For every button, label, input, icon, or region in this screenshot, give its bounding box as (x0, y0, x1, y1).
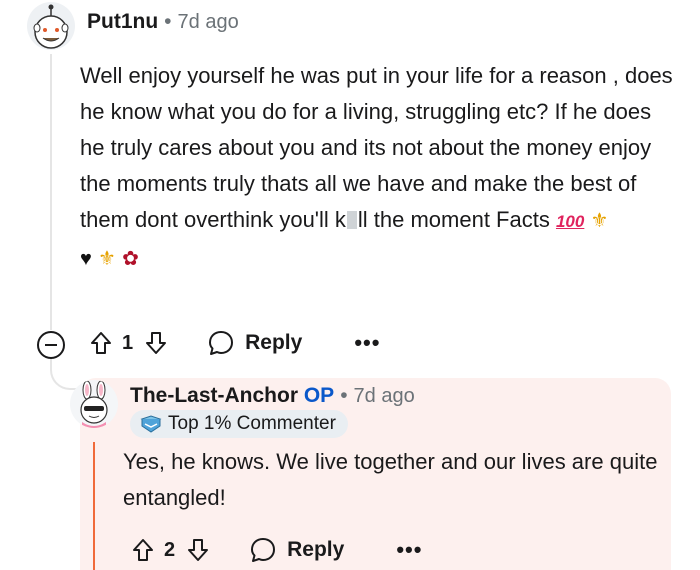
more-options-icon[interactable]: ••• (396, 537, 422, 563)
comment-actions: 2 Reply ••• (130, 535, 422, 565)
timestamp: 7d ago (353, 385, 415, 407)
collapse-minus-icon[interactable] (37, 331, 65, 359)
reply-label: Reply (287, 538, 345, 561)
upvote-arrow-icon[interactable] (88, 328, 114, 358)
meta-separator: • (340, 384, 348, 407)
thread-line[interactable] (50, 54, 52, 330)
upvote-arrow-icon[interactable] (130, 535, 156, 565)
reply-button[interactable]: Reply (207, 329, 302, 357)
comment-thread: Put1nu • 7d ago Well enjoy yourself he was… (0, 0, 700, 570)
black-heart-emoji: ♥ (80, 248, 92, 270)
censor-block (346, 211, 357, 229)
comment-author[interactable]: The-Last-Anchor OP • 7d ago (130, 384, 415, 408)
badge-label: Top 1% Commenter (168, 413, 336, 434)
username[interactable]: The-Last-Anchor (130, 384, 298, 407)
reply-label: Reply (245, 331, 303, 354)
comment-body: Well enjoy yourself he was put in your l… (80, 58, 680, 277)
meta-separator: • (164, 10, 172, 33)
speech-bubble-icon (251, 538, 276, 562)
comment-actions: 1 Reply ••• (88, 328, 380, 358)
wilted-rose-emoji: ✿ (122, 248, 139, 270)
vote-count: 2 (164, 538, 176, 561)
op-thread-line[interactable] (93, 442, 95, 570)
thread-connector (50, 358, 80, 390)
comment-author[interactable]: Put1nu • 7d ago (87, 10, 239, 34)
reply-button[interactable]: Reply (249, 536, 344, 564)
speech-bubble-icon (209, 331, 234, 355)
comment-body: Yes, he knows. We live together and our … (123, 449, 658, 510)
comment-text-tail: ll the moment Facts (357, 207, 556, 232)
more-options-icon[interactable]: ••• (354, 330, 380, 356)
downvote-arrow-icon[interactable] (185, 535, 211, 565)
timestamp: 7d ago (177, 11, 239, 33)
vote-count: 1 (122, 331, 134, 354)
avatar[interactable] (27, 2, 75, 50)
trident-emoji: ⚜ (98, 248, 116, 270)
commenter-badge-icon (140, 415, 162, 433)
top-commenter-badge[interactable]: Top 1% Commenter (130, 410, 348, 438)
avatar[interactable] (70, 380, 118, 428)
username[interactable]: Put1nu (87, 10, 158, 33)
hundred-points-emoji: 100 (555, 212, 585, 231)
trident-emoji: ⚜ (590, 210, 609, 232)
op-tag: OP (303, 384, 335, 407)
downvote-arrow-icon[interactable] (143, 328, 169, 358)
